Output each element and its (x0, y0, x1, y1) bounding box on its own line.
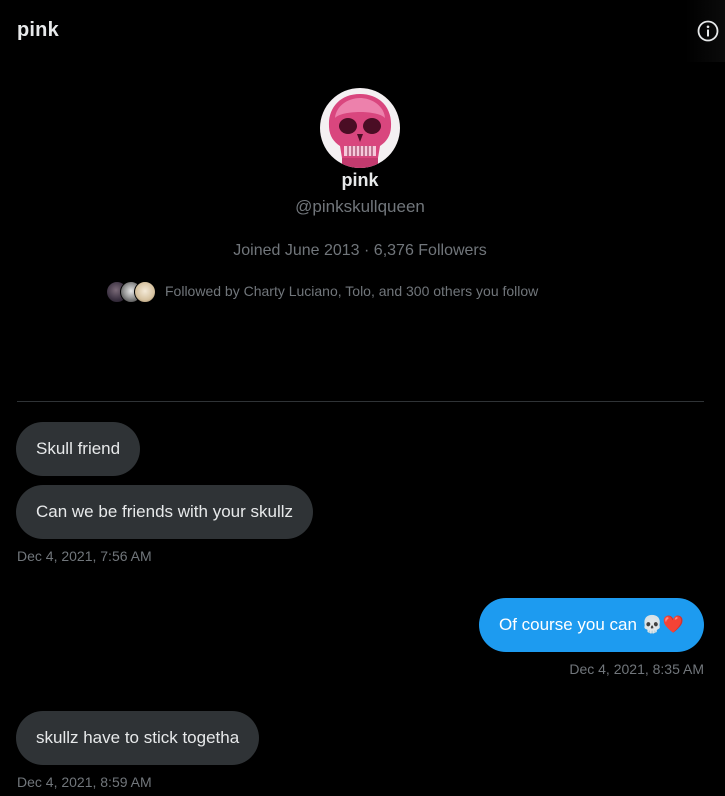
follower-avatar (134, 281, 156, 303)
outgoing-message[interactable]: Of course you can 💀❤️ (478, 598, 704, 652)
followed-by-text: Followed by Charty Luciano, Tolo, and 30… (165, 283, 539, 299)
message-timestamp: Dec 4, 2021, 8:35 AM (569, 661, 704, 677)
conversation-header: pink (0, 0, 725, 62)
header-title: pink (17, 19, 59, 41)
pink-skull-avatar-image (320, 88, 400, 168)
incoming-message[interactable]: Skull friend (16, 422, 141, 476)
info-button[interactable] (685, 0, 725, 62)
divider (17, 401, 704, 402)
message-text: Can we be friends with your skullz (36, 502, 294, 521)
message-timestamp: Dec 4, 2021, 8:59 AM (17, 774, 152, 790)
message-text: skullz have to stick togetha (36, 728, 240, 747)
incoming-message[interactable]: Can we be friends with your skullz (16, 485, 314, 539)
info-icon (697, 20, 719, 42)
follower-avatar-stack (106, 279, 156, 303)
incoming-message[interactable]: skullz have to stick togetha (16, 711, 260, 765)
message-text: Skull friend (36, 439, 121, 458)
dm-conversation: pink pink @pinkskullqueen Joined June 20… (0, 0, 725, 796)
profile-avatar[interactable] (320, 88, 400, 168)
profile-meta: Joined June 2013 · 6,376 Followers (233, 242, 487, 259)
followed-by-row[interactable]: Followed by Charty Luciano, Tolo, and 30… (106, 279, 538, 303)
message-text: Of course you can 💀❤️ (498, 615, 684, 634)
profile-display-name[interactable]: pink (0, 170, 720, 191)
message-timestamp: Dec 4, 2021, 7:56 AM (17, 548, 152, 564)
profile-handle[interactable]: @pinkskullqueen (0, 197, 720, 217)
